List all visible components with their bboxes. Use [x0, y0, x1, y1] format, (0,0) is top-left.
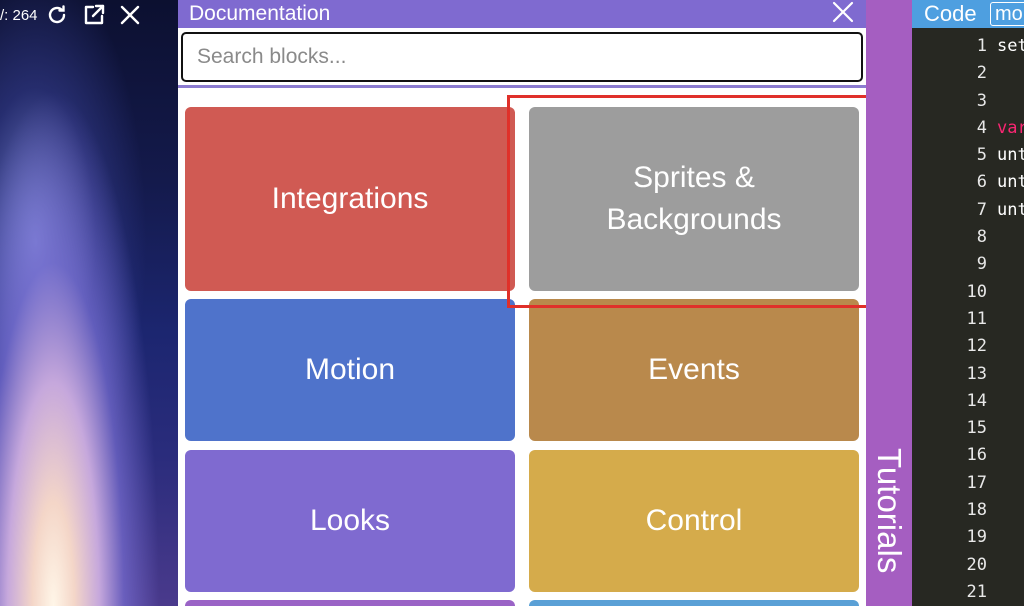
coordinate-readout: /: 264 [0, 6, 38, 24]
code-header: Code mo [912, 0, 1024, 28]
category-label: Events [648, 353, 740, 386]
close-icon[interactable] [830, 0, 856, 26]
open-external-icon[interactable] [80, 1, 108, 29]
code-line[interactable]: 13 [912, 364, 1024, 391]
line-number: 7 [976, 199, 987, 220]
category-motion[interactable]: Motion [185, 299, 515, 441]
code-line[interactable]: 18 [912, 500, 1024, 527]
search-input[interactable] [181, 32, 863, 82]
code-line[interactable]: 4 var [912, 118, 1024, 145]
line-number: 11 [966, 308, 987, 329]
code-editor-panel: Code mo 1 set 2 3 4 var 5 unt 6 unt 7 unt 8 9 10 11 12 13… [912, 0, 1024, 606]
stage-preview[interactable]: /: 264 [0, 0, 178, 606]
block-categories-grid: Integrations Sprites & Backgrounds Motio… [178, 88, 866, 606]
code-line[interactable]: 21 [912, 582, 1024, 606]
tutorials-label: Tutorials [871, 448, 908, 574]
code-line[interactable]: 14 [912, 391, 1024, 418]
category-tile-partial[interactable] [529, 600, 859, 606]
line-number: 1 [976, 36, 987, 56]
line-text: unt [997, 145, 1024, 166]
code-line[interactable]: 10 [912, 282, 1024, 309]
documentation-panel: Documentation Integrations Sprites & Bac… [178, 0, 866, 606]
category-label: Control [645, 504, 743, 537]
code-line[interactable]: 16 [912, 445, 1024, 472]
line-number: 4 [976, 117, 987, 138]
line-number: 16 [966, 445, 987, 466]
line-number: 5 [976, 145, 987, 166]
line-number: 17 [966, 472, 987, 493]
line-number: 3 [976, 90, 987, 111]
code-line[interactable]: 15 [912, 418, 1024, 445]
line-number: 8 [976, 227, 987, 248]
code-line[interactable]: 17 [912, 473, 1024, 500]
category-tile-partial[interactable] [185, 600, 515, 606]
line-text: unt [997, 172, 1024, 193]
close-icon[interactable] [116, 1, 144, 29]
line-number: 18 [966, 500, 987, 521]
refresh-icon[interactable] [43, 1, 71, 29]
category-label: Looks [309, 504, 391, 537]
code-line[interactable]: 7 unt [912, 200, 1024, 227]
line-text: var [997, 117, 1024, 138]
category-events[interactable]: Events [529, 299, 859, 441]
code-line[interactable]: 11 [912, 309, 1024, 336]
line-number: 14 [966, 390, 987, 411]
line-number: 10 [966, 281, 987, 302]
line-number: 13 [966, 363, 987, 384]
category-sprites-backgrounds[interactable]: Sprites & Backgrounds [529, 107, 859, 291]
line-text: unt [997, 199, 1024, 220]
code-line[interactable]: 6 unt [912, 172, 1024, 199]
code-line[interactable]: 5 unt [912, 145, 1024, 172]
code-line[interactable]: 9 [912, 254, 1024, 281]
category-looks[interactable]: Looks [185, 450, 515, 592]
code-line[interactable]: 8 [912, 227, 1024, 254]
line-number: 21 [966, 581, 987, 602]
category-label: Motion [304, 353, 396, 386]
search-bar [178, 28, 866, 88]
line-number: 2 [976, 63, 987, 84]
line-number: 15 [966, 418, 987, 439]
code-mode-selector[interactable]: mo [990, 2, 1024, 26]
tutorials-tab[interactable]: Tutorials [866, 0, 912, 606]
category-label: Sprites & Backgrounds [606, 161, 782, 236]
category-integrations[interactable]: Integrations [185, 107, 515, 291]
code-line[interactable]: 12 [912, 336, 1024, 363]
code-line[interactable]: 1 set [912, 36, 1024, 63]
code-line[interactable]: 20 [912, 555, 1024, 582]
line-text: set [997, 36, 1024, 56]
code-line[interactable]: 3 [912, 91, 1024, 118]
line-number: 6 [976, 172, 987, 193]
code-line[interactable]: 2 [912, 63, 1024, 90]
line-number: 9 [976, 254, 987, 275]
category-control[interactable]: Control [529, 450, 859, 592]
category-label: Integrations [271, 182, 429, 215]
documentation-title: Documentation [189, 2, 331, 25]
line-number: 20 [966, 554, 987, 575]
code-title: Code [924, 1, 977, 26]
code-editor[interactable]: 1 set 2 3 4 var 5 unt 6 unt 7 unt 8 9 10 11 12 13 14 15 16 17… [912, 36, 1024, 606]
code-line[interactable]: 19 [912, 527, 1024, 554]
stage-toolbar: /: 264 [0, 0, 178, 30]
line-number: 12 [966, 336, 987, 357]
line-number: 19 [966, 527, 987, 548]
documentation-header: Documentation [178, 0, 866, 28]
